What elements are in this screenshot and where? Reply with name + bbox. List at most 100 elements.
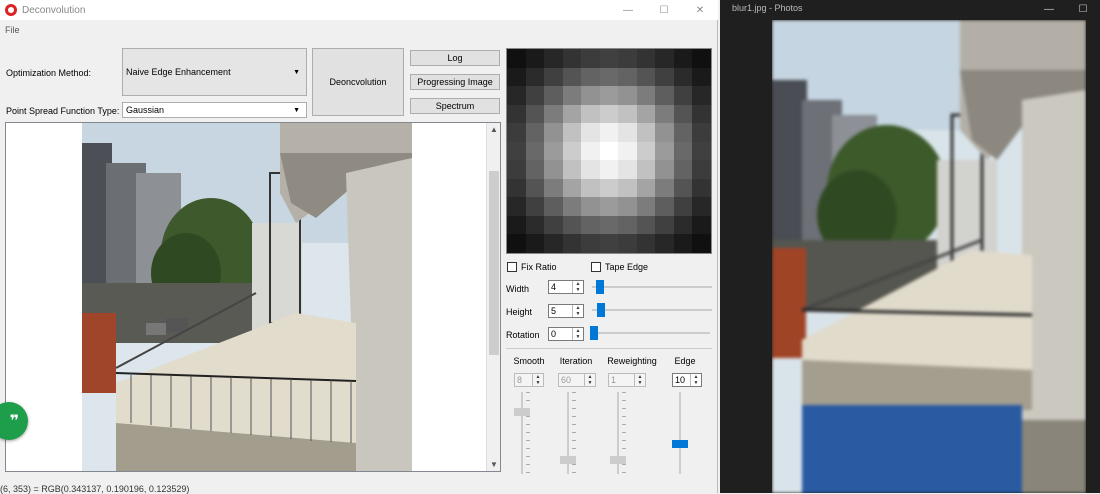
edge-spinbox[interactable]: 10 ▲ ▼ [672, 373, 702, 387]
psf-cell [525, 178, 545, 198]
psf-cell [544, 141, 563, 161]
scrollbar-thumb[interactable] [489, 171, 499, 355]
maximize-button[interactable]: ☐ [1066, 0, 1100, 18]
height-label: Height [506, 307, 533, 317]
width-slider-handle[interactable] [596, 280, 604, 294]
deconvolution-button[interactable]: Deoncvolution [312, 48, 404, 116]
psf-type-select[interactable]: Gaussian ▼ [122, 102, 307, 118]
spin-arrows-icon[interactable]: ▲ ▼ [634, 374, 645, 386]
fix-ratio-box[interactable] [507, 262, 517, 272]
chevron-up-icon[interactable]: ▲ [487, 125, 500, 134]
title-bar: Deconvolution — ☐ ✕ [0, 0, 718, 20]
iteration-slider[interactable] [560, 392, 576, 474]
psf-cell [655, 49, 674, 68]
psf-cell [673, 49, 693, 68]
minimize-button[interactable]: — [610, 0, 646, 20]
fix-ratio-checkbox[interactable]: Fix Ratio [507, 262, 557, 272]
psf-cell [581, 234, 600, 253]
psf-cell [544, 234, 563, 253]
psf-cell [655, 160, 674, 179]
menu-file[interactable]: File [5, 25, 20, 35]
psf-cell [692, 234, 711, 253]
height-slider[interactable] [592, 303, 712, 317]
spin-arrows-icon[interactable]: ▲ ▼ [572, 281, 583, 293]
progressing-image-button[interactable]: Progressing Image [410, 74, 500, 90]
psf-cell [599, 178, 619, 198]
psf-cell [655, 141, 674, 161]
height-spinbox[interactable]: 5 ▲ ▼ [548, 304, 584, 318]
psf-cell [673, 160, 693, 179]
edge-slider[interactable] [672, 392, 688, 474]
smooth-slider[interactable] [514, 392, 530, 474]
psf-cell [636, 141, 656, 161]
spectrum-button[interactable]: Spectrum [410, 98, 500, 114]
reweighting-slider-handle[interactable] [610, 456, 626, 464]
edge-slider-track [679, 392, 681, 474]
rotation-spinbox[interactable]: 0 ▲ ▼ [548, 327, 584, 341]
psf-cell [636, 178, 656, 198]
psf-cell [581, 104, 600, 124]
psf-cell [692, 104, 711, 124]
reweighting-spinbox[interactable]: 1 ▲ ▼ [608, 373, 646, 387]
optimization-method-select[interactable]: Naive Edge Enhancement ▼ [122, 48, 307, 96]
psf-cell [525, 141, 545, 161]
psf-cell [507, 160, 526, 179]
width-value: 4 [551, 282, 557, 292]
width-spinbox[interactable]: 4 ▲ ▼ [548, 280, 584, 294]
maximize-button[interactable]: ☐ [646, 0, 682, 20]
fix-ratio-label: Fix Ratio [521, 262, 557, 272]
height-slider-handle[interactable] [597, 303, 605, 317]
psf-cell [618, 197, 637, 216]
tape-edge-box[interactable] [591, 262, 601, 272]
spin-arrows-icon[interactable]: ▲ ▼ [572, 305, 583, 317]
image-vertical-scrollbar[interactable]: ▲ ▼ [486, 123, 500, 471]
psf-cell [673, 86, 693, 105]
psf-cell [544, 178, 563, 198]
image-view[interactable]: ▲ ▼ [5, 122, 501, 472]
log-button[interactable]: Log [410, 50, 500, 66]
close-button[interactable]: ✕ [682, 0, 718, 20]
psf-cell [525, 86, 545, 105]
iteration-spinbox[interactable]: 60 ▲ ▼ [558, 373, 596, 387]
psf-cell [692, 67, 711, 87]
psf-cell [507, 67, 526, 87]
psf-cell [581, 49, 600, 68]
minimize-button[interactable]: — [1032, 0, 1066, 18]
psf-cell [692, 49, 711, 68]
spin-arrows-icon[interactable]: ▲ ▼ [584, 374, 595, 386]
spin-arrows-icon[interactable]: ▲ ▼ [532, 374, 543, 386]
psf-cell [562, 197, 582, 216]
psf-cell [581, 141, 600, 161]
iteration-slider-handle[interactable] [560, 456, 576, 464]
psf-cell [544, 215, 563, 235]
psf-cell [655, 67, 674, 87]
spin-arrows-icon[interactable]: ▲ ▼ [572, 328, 583, 340]
psf-cell [618, 123, 637, 142]
chevron-down-icon[interactable]: ▼ [487, 460, 500, 469]
rotation-slider[interactable] [590, 326, 710, 340]
spin-arrows-icon[interactable]: ▲ ▼ [690, 374, 701, 386]
psf-cell [673, 141, 693, 161]
psf-cell [525, 160, 545, 179]
psf-cell [618, 86, 637, 105]
psf-cell [544, 104, 563, 124]
smooth-spinbox[interactable]: 8 ▲ ▼ [514, 373, 544, 387]
smooth-slider-handle[interactable] [514, 408, 530, 416]
tape-edge-checkbox[interactable]: Tape Edge [591, 262, 648, 272]
psf-cell [636, 215, 656, 235]
psf-cell [562, 178, 582, 198]
reweighting-slider[interactable] [610, 392, 626, 474]
psf-cell [618, 141, 637, 161]
psf-cell [655, 215, 674, 235]
psf-cell [692, 215, 711, 235]
edge-slider-handle[interactable] [672, 440, 688, 448]
psf-cell [692, 197, 711, 216]
smooth-value: 8 [517, 375, 523, 385]
rotation-slider-handle[interactable] [590, 326, 598, 340]
width-slider[interactable] [592, 280, 712, 294]
psf-cell [507, 104, 526, 124]
photo-view[interactable] [772, 20, 1086, 493]
psf-cell [673, 104, 693, 124]
psf-type-value: Gaussian [126, 105, 165, 115]
deblurred-image [82, 123, 412, 471]
